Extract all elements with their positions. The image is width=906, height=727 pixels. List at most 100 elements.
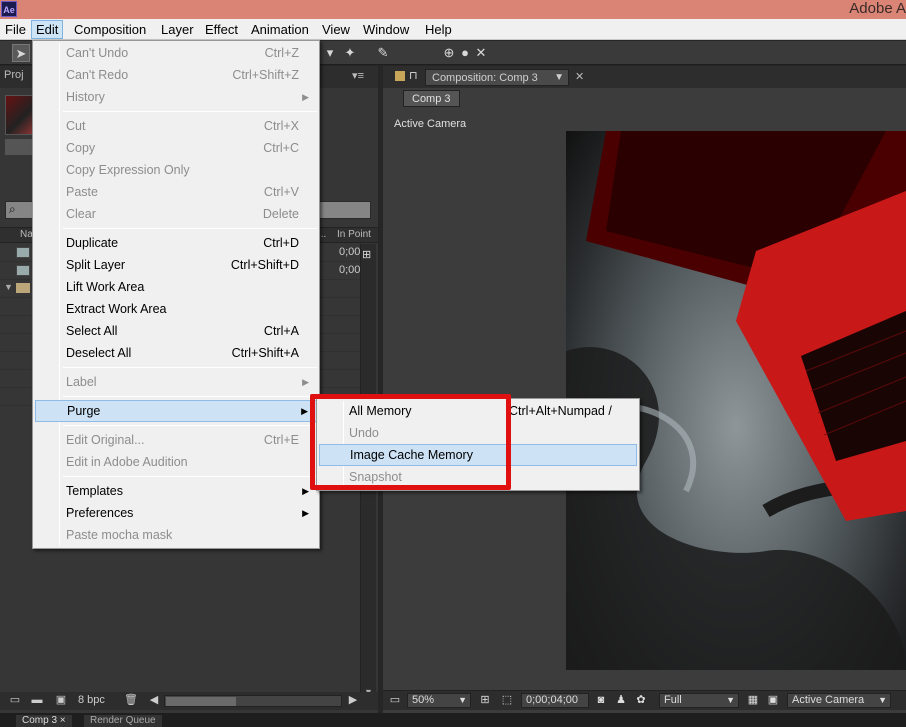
composition-tab[interactable]: Composition: Comp 3 ▼ [425,69,569,86]
trash-icon[interactable]: 🗑 [124,694,138,707]
menu-edit[interactable]: Edit [31,20,64,39]
menu-item-templates[interactable]: Templates ▶ [35,480,317,502]
menu-item-deselect-all[interactable]: Deselect All Ctrl+Shift+A [35,342,317,364]
active-camera-label: Active Camera [394,118,467,130]
scroll-left-icon[interactable]: ◀ [147,694,161,707]
menu-item-cant-undo[interactable]: Can't Undo Ctrl+Z [35,42,317,64]
menu-item-extract-work-area[interactable]: Extract Work Area [35,298,317,320]
menu-item-label: Can't Redo [66,68,129,82]
submenu-arrow-icon: ▶ [302,486,309,496]
menu-item-split-layer[interactable]: Split Layer Ctrl+Shift+D [35,254,317,276]
menu-item-clear[interactable]: Clear Delete [35,203,317,225]
menu-item-label: Deselect All [66,346,132,360]
column-in-point[interactable]: In Point [337,229,371,240]
menu-item-cut[interactable]: Cut Ctrl+X [35,115,317,137]
menu-item-paste[interactable]: Paste Ctrl+V [35,181,317,203]
menu-item-shortcut: Ctrl+Shift+D [230,258,299,272]
snapshot-camera-icon[interactable]: ◙ [593,693,609,708]
tab-render-queue[interactable]: Render Queue [84,715,162,727]
menu-item-copy-expression-only[interactable]: Copy Expression Only [35,159,317,181]
menu-item-label: Copy [66,141,96,155]
menu-file[interactable]: File [1,20,30,39]
timecode-display[interactable]: 0;00;04;00 [521,693,589,708]
menu-item-shortcut: Ctrl+A [263,324,299,338]
composition-tab-label: Composition: Comp 3 [432,72,538,84]
menu-item-cant-redo[interactable]: Can't Redo Ctrl+Shift+Z [35,64,317,86]
ae-logo-icon: Ae [1,1,17,17]
menu-item-label: Lift Work Area [66,280,145,294]
zoom-select[interactable]: 50% ▼ [407,693,471,708]
new-folder-icon[interactable]: ▬ [30,694,44,707]
chevron-down-icon[interactable]: ▼ [554,70,564,86]
menu-item-select-all[interactable]: Select All Ctrl+A [35,320,317,342]
composition-icon [16,265,30,276]
show-snapshot-icon[interactable]: ♟ [613,693,629,708]
lock-icon[interactable] [395,71,405,81]
transparency-grid-icon[interactable]: ▦ [745,693,761,708]
column-name[interactable]: Na [20,229,33,240]
menu-item-label: Preferences [66,506,134,520]
menu-item-history[interactable]: History ▶ [35,86,317,108]
feather-icon[interactable]: ✕ [472,44,490,62]
menu-window[interactable]: Window [359,20,413,39]
new-composition-icon[interactable]: ▣ [54,694,68,707]
menu-item-label: Extract Work Area [66,302,167,316]
camera-select[interactable]: Active Camera ▼ [787,693,891,708]
chevron-icon[interactable]: ▾ [321,44,339,62]
scroll-thumb[interactable] [166,697,236,706]
project-tab[interactable]: Proj [4,69,24,81]
fast-preview-icon[interactable]: ▣ [765,693,781,708]
resolution-select[interactable]: Full ▼ [659,693,739,708]
project-footer: ▭ ▬ ▣ 8 bpc 🗑 ◀ ▶ [0,692,378,710]
menu-composition[interactable]: Composition [70,20,150,39]
menu-item-shortcut: Ctrl+Z [264,46,299,60]
menu-item-paste-mocha-mask[interactable]: Paste mocha mask [35,524,317,546]
safe-zones-icon[interactable]: ⊞ [477,693,493,708]
zoom-value: 50% [412,694,435,706]
menu-item-preferences[interactable]: Preferences ▶ [35,502,317,524]
menu-help[interactable]: Help [421,20,456,39]
menu-layer[interactable]: Layer [157,20,198,39]
app-title: Adobe A [849,0,906,17]
chevron-down-icon: ▼ [458,695,467,705]
menu-view[interactable]: View [318,20,354,39]
padlock-icon[interactable]: ⊓ [409,69,418,82]
scroll-right-icon[interactable]: ▶ [346,694,360,707]
menu-item-copy[interactable]: Copy Ctrl+C [35,137,317,159]
interpret-footage-icon[interactable]: ▭ [8,694,22,707]
panel-menu-icon[interactable]: ▾≡ [352,69,364,82]
always-preview-icon[interactable]: ▭ [387,693,403,708]
menu-item-shortcut: Ctrl+D [263,236,299,250]
region-of-interest-icon[interactable]: ⬚ [499,693,515,708]
menu-item-purge[interactable]: Purge ▶ [35,400,317,422]
menu-item-edit-in-audition[interactable]: Edit in Adobe Audition [35,451,317,473]
project-thumbnail [5,95,33,135]
menu-animation[interactable]: Animation [247,20,313,39]
selection-tool-icon[interactable]: ➤ [12,44,30,62]
close-icon[interactable]: ✕ [575,70,584,83]
menu-item-label-submenu[interactable]: Label ▶ [35,371,317,393]
chevron-down-icon: ▼ [726,695,735,705]
menu-item-lift-work-area[interactable]: Lift Work Area [35,276,317,298]
menu-separator [63,476,317,477]
search-icon: ⌕ [9,202,16,216]
color-channels-icon[interactable]: ✿ [633,693,649,708]
disclosure-triangle-icon[interactable]: ▼ [4,282,13,292]
bit-depth-button[interactable]: 8 bpc [78,694,105,706]
pin-icon[interactable]: ✎ [374,44,392,62]
folder-icon [16,283,30,293]
menu-item-label: Can't Undo [66,46,129,60]
menu-item-label: Copy Expression Only [66,163,190,177]
menu-item-edit-original[interactable]: Edit Original... Ctrl+E [35,429,317,451]
flowchart-icon[interactable]: ⊞ [362,248,371,261]
chevron-down-icon: ▼ [878,695,887,705]
project-horizontal-scrollbar[interactable] [164,695,342,707]
composition-footer: ▭ 50% ▼ ⊞ ⬚ 0;00;04;00 ◙ ♟ ✿ Full ▼ ▦ ▣ … [383,690,906,710]
tab-comp-3[interactable]: Comp 3 × [16,715,72,727]
menu-effect[interactable]: Effect [201,20,242,39]
composition-breadcrumb[interactable]: Comp 3 [403,90,460,107]
menu-separator [63,228,317,229]
submenu-arrow-icon: ▶ [301,406,308,416]
menu-item-duplicate[interactable]: Duplicate Ctrl+D [35,232,317,254]
puppet-pin-icon[interactable]: ✦ [341,44,359,62]
